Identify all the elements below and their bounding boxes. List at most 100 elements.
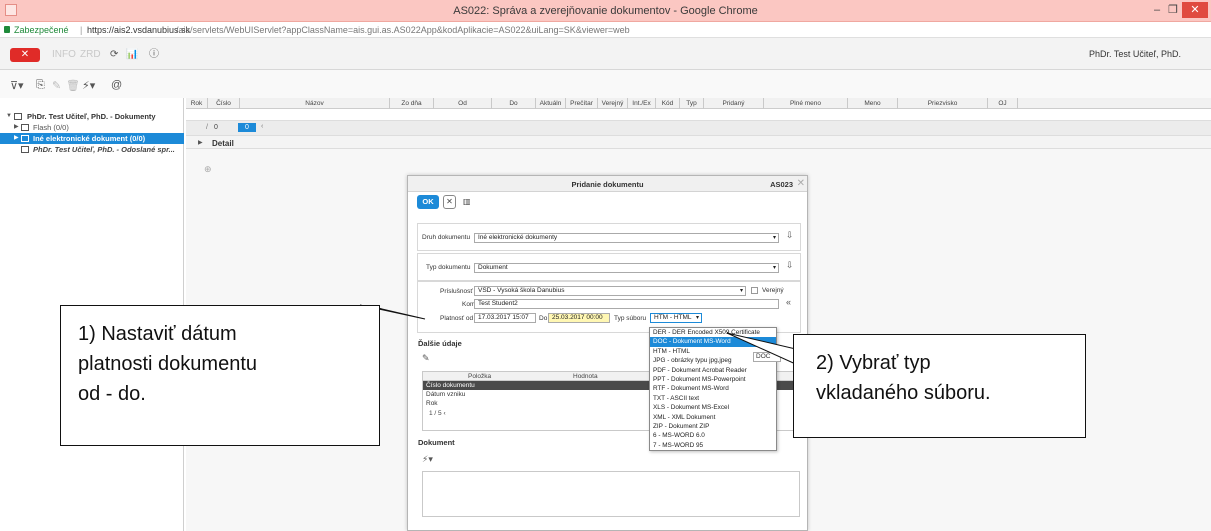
column-header[interactable]: Kód [656, 98, 680, 109]
maximize-button[interactable]: ❐ [1166, 2, 1180, 18]
pager-total[interactable]: 0 [238, 123, 256, 132]
column-header[interactable]: Verejný [598, 98, 628, 109]
column-header[interactable]: Priezvisko [898, 98, 988, 109]
close-dialog-icon[interactable]: ✕ [797, 178, 805, 189]
typ-value: Dokument [478, 264, 508, 271]
file-type-option[interactable]: XLS - Dokument MS-Excel [650, 403, 776, 412]
prislusnost-select[interactable]: VŠD - Vysoká škola Danubius ▾ [474, 286, 746, 296]
run-icon[interactable]: ⚡▾ [422, 454, 433, 465]
col-polozka[interactable]: Položka [468, 373, 491, 380]
column-header[interactable]: Do [492, 98, 536, 109]
table-pager: / 0 0 ‹ [186, 121, 1211, 135]
run-icon[interactable]: ⚡▾ [82, 79, 95, 92]
callout-dates: 1) Nastaviť dátum platnosti dokumentu od… [60, 305, 380, 446]
komu-value: Test Študent2 [478, 300, 518, 307]
column-header[interactable]: Názov [240, 98, 390, 109]
file-type-option[interactable]: TXT - ASCII text [650, 394, 776, 403]
detail-toggle[interactable]: ▶ Detail [186, 135, 1211, 149]
stats-icon[interactable]: ▥ [463, 197, 471, 206]
file-type-option-selected[interactable]: DOC - Dokument MS-Word [650, 337, 776, 347]
tree-item-root[interactable]: ▼ PhDr. Test Učiteľ, PhD. - Dokumenty [0, 111, 184, 122]
cancel-button[interactable]: ✕ [443, 195, 456, 209]
file-type-option[interactable]: PDF - Dokument Acrobat Reader [650, 366, 776, 375]
callout-text: 2) Vybrať typ [816, 352, 931, 374]
expand-icon[interactable]: ▼ [6, 111, 12, 122]
minimize-button[interactable]: – [1150, 2, 1164, 18]
expand-icon[interactable]: ▶ [198, 139, 203, 146]
zoom-icon[interactable]: ⊕ [204, 164, 212, 175]
url-path: /ais/servlets/WebUIServlet?appClassName=… [176, 25, 630, 35]
col-hodnota[interactable]: Hodnota [573, 373, 598, 380]
details-group: Príslušnosť VŠD - Vysoká škola Danubius ▾… [417, 281, 801, 333]
column-header[interactable]: OJ [988, 98, 1018, 109]
close-app-button[interactable]: ✕ [10, 48, 40, 62]
app-toolbar: ✕ INFO ZRD ⟳ 📊 ⓘ PhDr. Test Učiteľ, PhD. [0, 38, 1211, 70]
typ-suboru-value: HTM - HTML [654, 314, 692, 321]
table-header: Rok Číslo Názov Zo dňa Od Do Aktuáln Pre… [186, 98, 1211, 109]
stats-icon[interactable]: 📊 [126, 48, 138, 62]
file-type-option[interactable]: RTF - Dokument MS-Word [650, 384, 776, 393]
refresh-icon[interactable]: ⟳ [110, 48, 118, 62]
typ-label: Typ dokumentu [426, 264, 471, 271]
info-button[interactable]: INFO [52, 48, 76, 62]
window-title-bar: AS022: Správa a zverejňovanie dokumentov… [0, 0, 1211, 22]
column-header[interactable]: Prečítar [566, 98, 598, 109]
url-host: https://ais2.vsdanubius.sk [87, 25, 191, 35]
column-header[interactable]: Typ [680, 98, 704, 109]
tree-item-flash[interactable]: ▶ Flash (0/0) [0, 122, 184, 133]
komu-input[interactable]: Test Študent2 [474, 299, 779, 309]
folder-icon [14, 113, 22, 120]
pager-prev-icon[interactable]: ‹ [261, 123, 263, 130]
edit-icon[interactable]: ✎ [52, 79, 61, 92]
double-chevron-left-icon[interactable]: « [786, 297, 791, 307]
dokument-heading[interactable]: Dokument [418, 438, 455, 447]
expand-icon[interactable]: ▶ [14, 133, 19, 144]
tree-item-ine[interactable]: ▶ Iné elektronické dokument (0/0) [0, 133, 184, 144]
info-icon[interactable]: ⓘ [149, 48, 159, 62]
column-header[interactable]: Pridaný [704, 98, 764, 109]
tree-item-label: PhDr. Test Učiteľ, PhD. - Dokumenty [27, 112, 156, 121]
file-type-option[interactable]: PPT - Dokument MS-Powerpoint [650, 375, 776, 384]
file-type-option[interactable]: DER - DER Encoded X509 Certificate [650, 328, 776, 337]
file-type-option[interactable]: XML - XML Dokument [650, 413, 776, 422]
document-area[interactable] [422, 471, 800, 517]
column-header[interactable]: Zo dňa [390, 98, 434, 109]
typ-suboru-select[interactable]: HTM - HTML ▾ [650, 313, 702, 323]
zrd-button[interactable]: ZRD [80, 48, 101, 62]
dalsie-udaje-heading[interactable]: Ďalšie údaje [418, 339, 462, 348]
arrow-down-icon[interactable]: ⇩ [786, 260, 794, 271]
column-header[interactable]: Od [434, 98, 492, 109]
pager-current[interactable]: 0 [214, 124, 218, 131]
column-header[interactable]: Int./Ex [628, 98, 656, 109]
new-document-icon[interactable]: ⎘ [36, 79, 45, 92]
column-header[interactable]: Rok [186, 98, 208, 109]
file-type-option[interactable]: ZIP - Dokument ZIP [650, 422, 776, 431]
tree-item-label: Flash (0/0) [33, 123, 69, 132]
callout-text: platnosti dokumentu [78, 353, 258, 375]
druh-select[interactable]: Iné elektronické dokumenty ▾ [474, 233, 779, 243]
typ-select[interactable]: Dokument ▾ [474, 263, 779, 273]
file-type-option[interactable]: 7 - MS-WORD 95 [650, 441, 776, 450]
column-header[interactable]: Meno [848, 98, 898, 109]
file-type-option[interactable]: 6 - MS-WORD 6.0 [650, 431, 776, 440]
verejny-checkbox[interactable] [751, 287, 758, 294]
callout-text: 1) Nastaviť dátum [78, 323, 237, 345]
typ-group: Typ dokumentu Dokument ▾ ⇩ [417, 253, 801, 281]
filter-icon[interactable]: ⊽▾ [10, 79, 24, 92]
ok-button[interactable]: OK [417, 195, 439, 209]
tree-item-label: PhDr. Test Učiteľ, PhD. - Odoslané spr..… [33, 145, 175, 154]
pencil-icon[interactable]: ✎ [422, 353, 430, 364]
do-input[interactable]: 25.03.2017 00:00 [548, 313, 610, 323]
delete-icon[interactable]: 🗑 [66, 79, 80, 92]
address-bar[interactable]: Zabezpečené | https://ais2.vsdanubius.sk… [0, 22, 1211, 38]
column-header[interactable]: Aktuáln [536, 98, 566, 109]
arrow-down-icon[interactable]: ⇩ [786, 230, 794, 241]
column-header[interactable]: Plné meno [764, 98, 848, 109]
tree-item-sent[interactable]: PhDr. Test Učiteľ, PhD. - Odoslané spr..… [0, 144, 184, 155]
column-header[interactable]: Číslo [208, 98, 240, 109]
email-icon[interactable]: @ [111, 79, 122, 91]
typ-suboru-label: Typ súboru [614, 315, 647, 322]
platnost-od-input[interactable]: 17.03.2017 15:07 [474, 313, 536, 323]
expand-icon[interactable]: ▶ [14, 122, 19, 133]
close-window-button[interactable]: ✕ [1182, 2, 1208, 18]
